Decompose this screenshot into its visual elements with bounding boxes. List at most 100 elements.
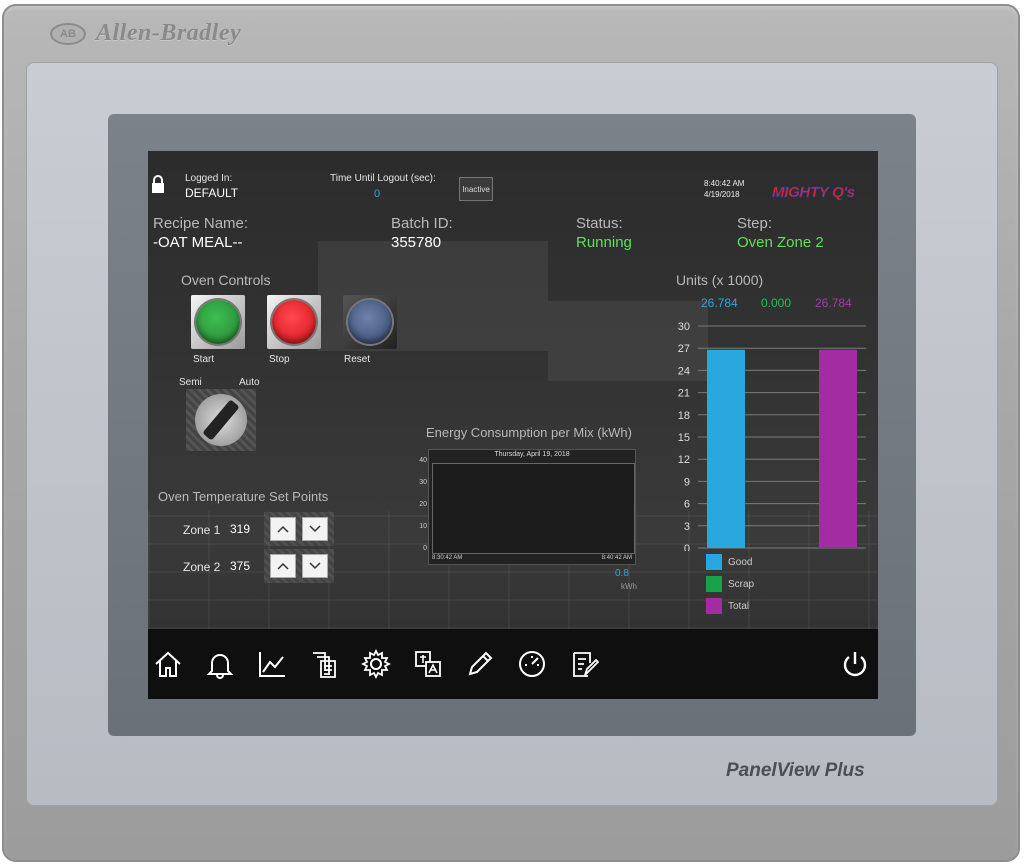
reports-icon[interactable] [309, 649, 339, 679]
batch-label: Batch ID: [391, 215, 453, 232]
y-tick-label: 21 [678, 388, 690, 400]
chevron-up-icon [277, 562, 289, 570]
legend-swatch [706, 554, 722, 570]
y-tick-label: 27 [678, 343, 690, 355]
mode-selector-switch[interactable] [186, 389, 256, 451]
settings-icon[interactable] [361, 649, 391, 679]
legend-swatch [706, 598, 722, 614]
hmi-screen: Logged In: DEFAULT Time Until Logout (se… [148, 151, 878, 699]
inactive-button[interactable]: Inactive [459, 177, 493, 201]
y-tick-label: 9 [684, 476, 690, 488]
legend-item-scrap: Scrap [706, 576, 754, 592]
edit-icon[interactable] [465, 649, 495, 679]
step-label: Step: [737, 215, 773, 232]
lock-icon[interactable] [151, 175, 165, 193]
brand-name: Allen-Bradley [96, 20, 242, 46]
status-label: Status: [576, 215, 623, 232]
y-tick-label: 24 [678, 365, 690, 377]
y-tick-label: 15 [678, 432, 690, 444]
energy-x-end: 8:40:42 AM [601, 555, 632, 561]
logout-label: Time Until Logout (sec): [330, 173, 436, 184]
zone2-label: Zone 2 [183, 560, 221, 574]
energy-unit: kWh [621, 582, 637, 591]
reset-button[interactable] [343, 295, 397, 349]
chevron-down-icon [309, 525, 321, 533]
energy-date: Thursday, April 19, 2018 [494, 451, 570, 458]
selector-semi-label: Semi [179, 377, 202, 388]
legend-swatch [706, 576, 722, 592]
legend-item-total: Total [706, 598, 749, 614]
power-icon[interactable] [840, 649, 870, 679]
setpoints-title: Oven Temperature Set Points [158, 489, 329, 504]
zone2-value: 375 [230, 559, 251, 573]
zone1-stepper [264, 512, 334, 546]
energy-y-tick: 10 [419, 523, 427, 530]
bar-good [707, 349, 745, 548]
legend-label: Scrap [728, 578, 755, 590]
stop-button[interactable] [267, 295, 321, 349]
home-icon[interactable] [153, 649, 183, 679]
units-title: Units (x 1000) [676, 272, 764, 288]
y-tick-label: 6 [684, 499, 690, 511]
energy-title: Energy Consumption per Mix (kWh) [426, 425, 632, 440]
y-tick-label: 12 [678, 454, 690, 466]
zone2-stepper [264, 549, 334, 583]
logged-in-user: DEFAULT [185, 186, 239, 200]
energy-plot-area [432, 463, 635, 554]
ab-logo: AB [50, 22, 86, 45]
clock-time: 8:40:42 AM [704, 179, 745, 188]
y-tick-label: 18 [678, 410, 690, 422]
company-logo: MIGHTY Q's [772, 177, 876, 207]
legend-item-good: Good [706, 554, 752, 570]
model-name: PanelView Plus [726, 760, 865, 781]
recipe-label: Recipe Name: [153, 215, 249, 232]
zone1-up-button[interactable] [270, 517, 296, 541]
y-tick-label: 30 [678, 321, 690, 333]
energy-y-tick: 30 [419, 479, 427, 486]
language-icon[interactable] [413, 649, 443, 679]
bar-total [819, 349, 857, 548]
trend-icon[interactable] [257, 649, 287, 679]
bell-icon[interactable] [205, 649, 235, 679]
stop-label: Stop [269, 354, 290, 365]
clock-date: 4/19/2018 [704, 190, 740, 199]
chevron-down-icon [309, 562, 321, 570]
selector-knob [195, 394, 247, 446]
y-tick-label: 3 [684, 521, 690, 533]
zone2-up-button[interactable] [270, 554, 296, 578]
energy-current-value: 0.8 [615, 568, 629, 579]
oven-controls-title: Oven Controls [181, 272, 271, 288]
brand: AB Allen-Bradley [50, 20, 241, 47]
units-good-value: 26.784 [701, 296, 738, 310]
batch-value: 355780 [391, 234, 442, 251]
logged-in-label: Logged In: [185, 173, 233, 184]
energy-y-tick: 0 [423, 545, 427, 552]
recipe-value: -OAT MEAL-- [153, 234, 243, 251]
units-total-value: 26.784 [815, 296, 852, 310]
chevron-up-icon [277, 525, 289, 533]
zone1-label: Zone 1 [183, 523, 221, 537]
selector-auto-label: Auto [239, 377, 260, 388]
units-bar-chart: 302724211815129630 [678, 321, 866, 551]
reset-label: Reset [344, 354, 371, 365]
logout-value: 0 [374, 188, 381, 200]
notes-icon[interactable] [569, 649, 599, 679]
legend-label: Total [728, 600, 750, 612]
units-scrap-value: 0.000 [761, 296, 792, 310]
zone1-value: 319 [230, 522, 251, 536]
bottom-nav-bar [148, 629, 878, 699]
gauge-icon[interactable] [517, 649, 547, 679]
zone2-down-button[interactable] [302, 554, 328, 578]
start-button[interactable] [191, 295, 245, 349]
y-tick-label: 0 [684, 543, 690, 551]
energy-y-tick: 40 [419, 457, 427, 464]
step-value: Oven Zone 2 [737, 234, 824, 251]
energy-trend-chart[interactable]: Thursday, April 19, 2018 8:30:42 AM 8:40… [428, 449, 636, 565]
energy-x-start: 8:30:42 AM [432, 555, 463, 561]
energy-y-axis: 40 30 20 10 0 [411, 457, 427, 555]
company-logo-text: MIGHTY Q's [772, 183, 856, 201]
start-label: Start [193, 354, 215, 365]
status-value: Running [576, 234, 632, 251]
energy-y-tick: 20 [419, 501, 427, 508]
zone1-down-button[interactable] [302, 517, 328, 541]
